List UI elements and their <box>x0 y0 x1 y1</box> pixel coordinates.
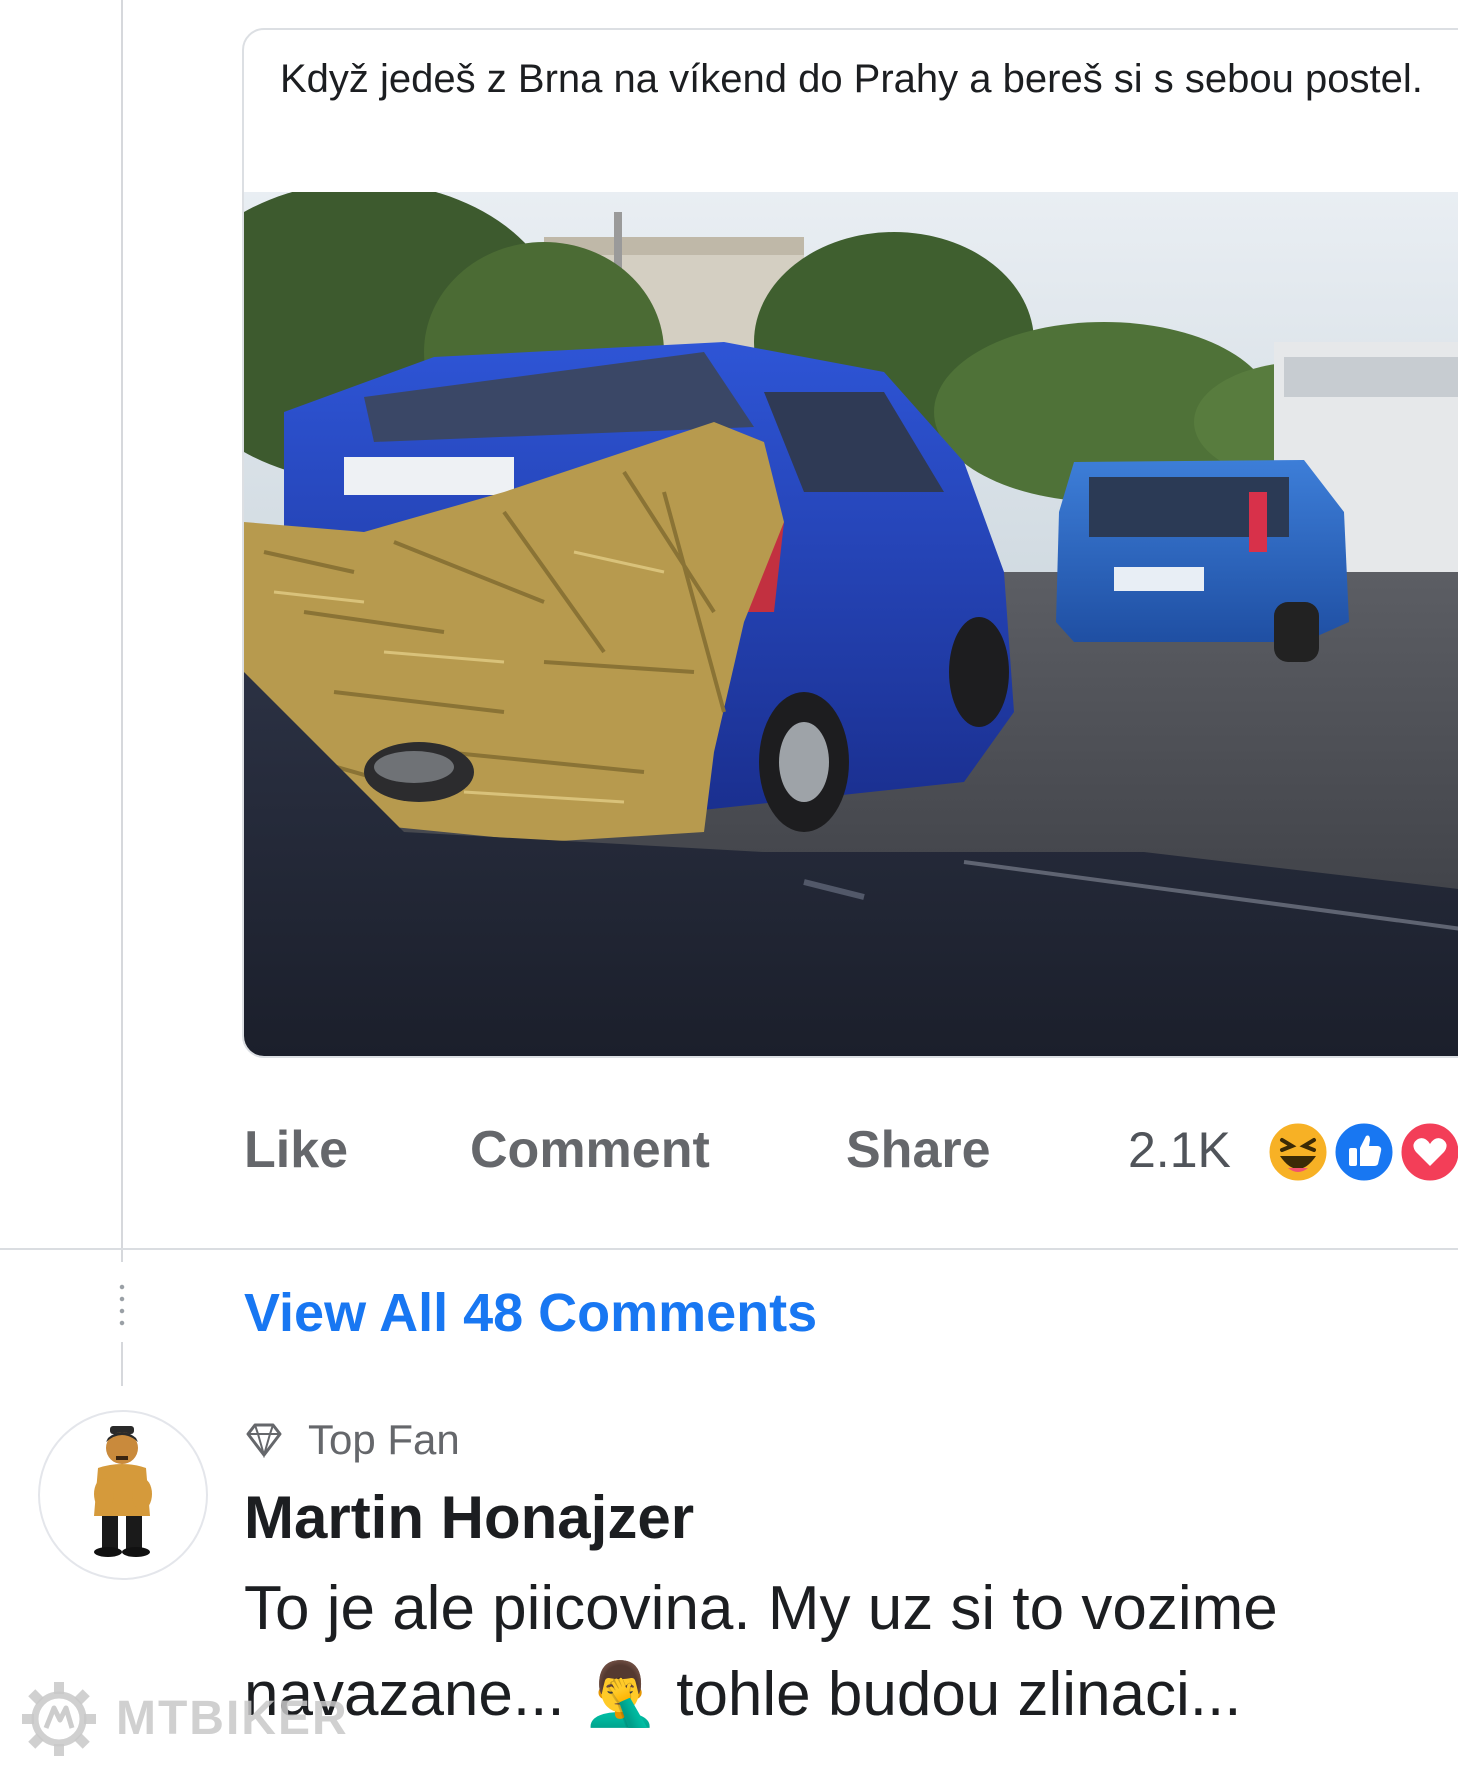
view-all-comments-link[interactable]: View All 48 Comments <box>244 1278 817 1348</box>
love-icon <box>1398 1120 1458 1184</box>
share-button[interactable]: Share <box>846 1110 991 1190</box>
comment-button[interactable]: Comment <box>470 1110 710 1190</box>
comment-text: To je ale piicovina. My uz si to vozime … <box>244 1574 1278 1729</box>
post-photo[interactable] <box>244 192 1458 1056</box>
diamond-icon <box>246 1423 282 1458</box>
like-button[interactable]: Like <box>244 1110 348 1190</box>
top-fan-label: Top Fan <box>308 1416 460 1463</box>
shared-post-card[interactable]: Když jedeš z Brna na víkend do Prahy a b… <box>242 28 1458 1058</box>
haha-icon <box>1266 1120 1330 1184</box>
gear-icon <box>22 1682 96 1756</box>
like-icon <box>1332 1120 1396 1184</box>
comment-thread-stub <box>121 1342 123 1386</box>
section-divider <box>0 1248 1458 1250</box>
cartoon-character-icon <box>94 1426 152 1557</box>
thread-ellipsis-dots <box>117 1281 127 1331</box>
avatar[interactable] <box>38 1410 208 1580</box>
watermark-text: MTBIKER <box>116 1692 349 1745</box>
comment-author-name[interactable]: Martin Honajzer <box>244 1478 694 1558</box>
post-caption: Když jedeš z Brna na víkend do Prahy a b… <box>280 57 1423 101</box>
reactions-count[interactable]: 2.1K <box>1128 1110 1231 1190</box>
post-action-bar: Like Comment Share 2.1K <box>0 1110 1458 1190</box>
comment-thread-line <box>121 0 123 1262</box>
